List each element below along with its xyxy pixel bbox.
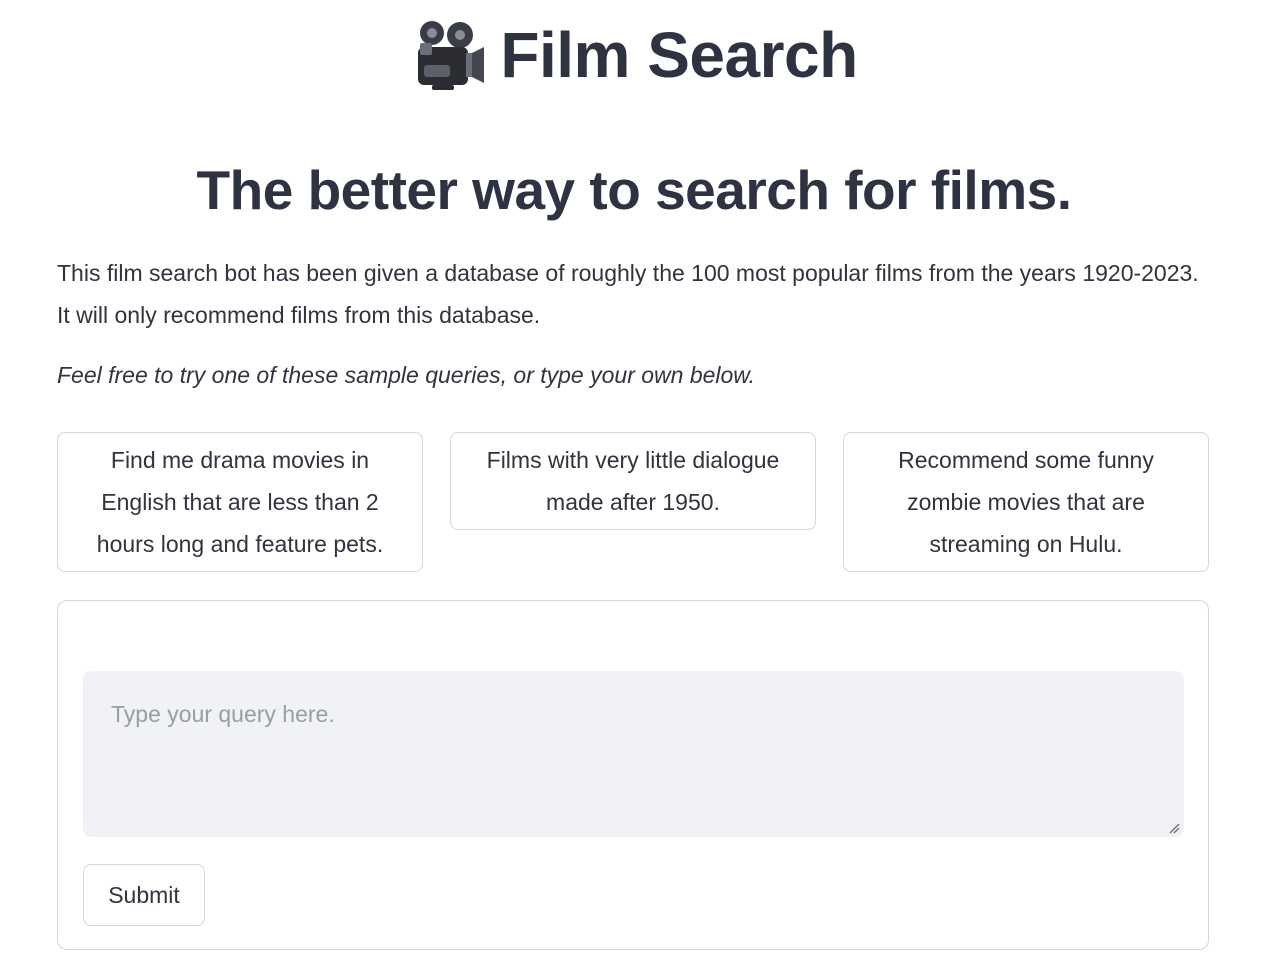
page: Film Search The better way to search for… xyxy=(0,0,1268,961)
sample-query-button-3[interactable]: Recommend some funny zombie movies that … xyxy=(843,432,1209,572)
sample-query-button-1[interactable]: Find me drama movies in English that are… xyxy=(57,432,423,572)
resize-handle-icon[interactable] xyxy=(1168,821,1180,834)
sample-query-button-2[interactable]: Films with very little dialogue made aft… xyxy=(450,432,816,530)
tagline: The better way to search for films. xyxy=(196,159,1072,221)
sample-hint: Feel free to try one of these sample que… xyxy=(57,362,756,388)
description: This film search bot has been given a da… xyxy=(57,260,1199,328)
submit-button[interactable]: Submit xyxy=(83,864,205,926)
app-title: Film Search xyxy=(0,18,1268,92)
movie-camera-icon xyxy=(410,19,486,91)
app-title-text: Film Search xyxy=(500,19,858,91)
query-input[interactable] xyxy=(83,671,1184,837)
query-form: Submit xyxy=(57,600,1209,950)
